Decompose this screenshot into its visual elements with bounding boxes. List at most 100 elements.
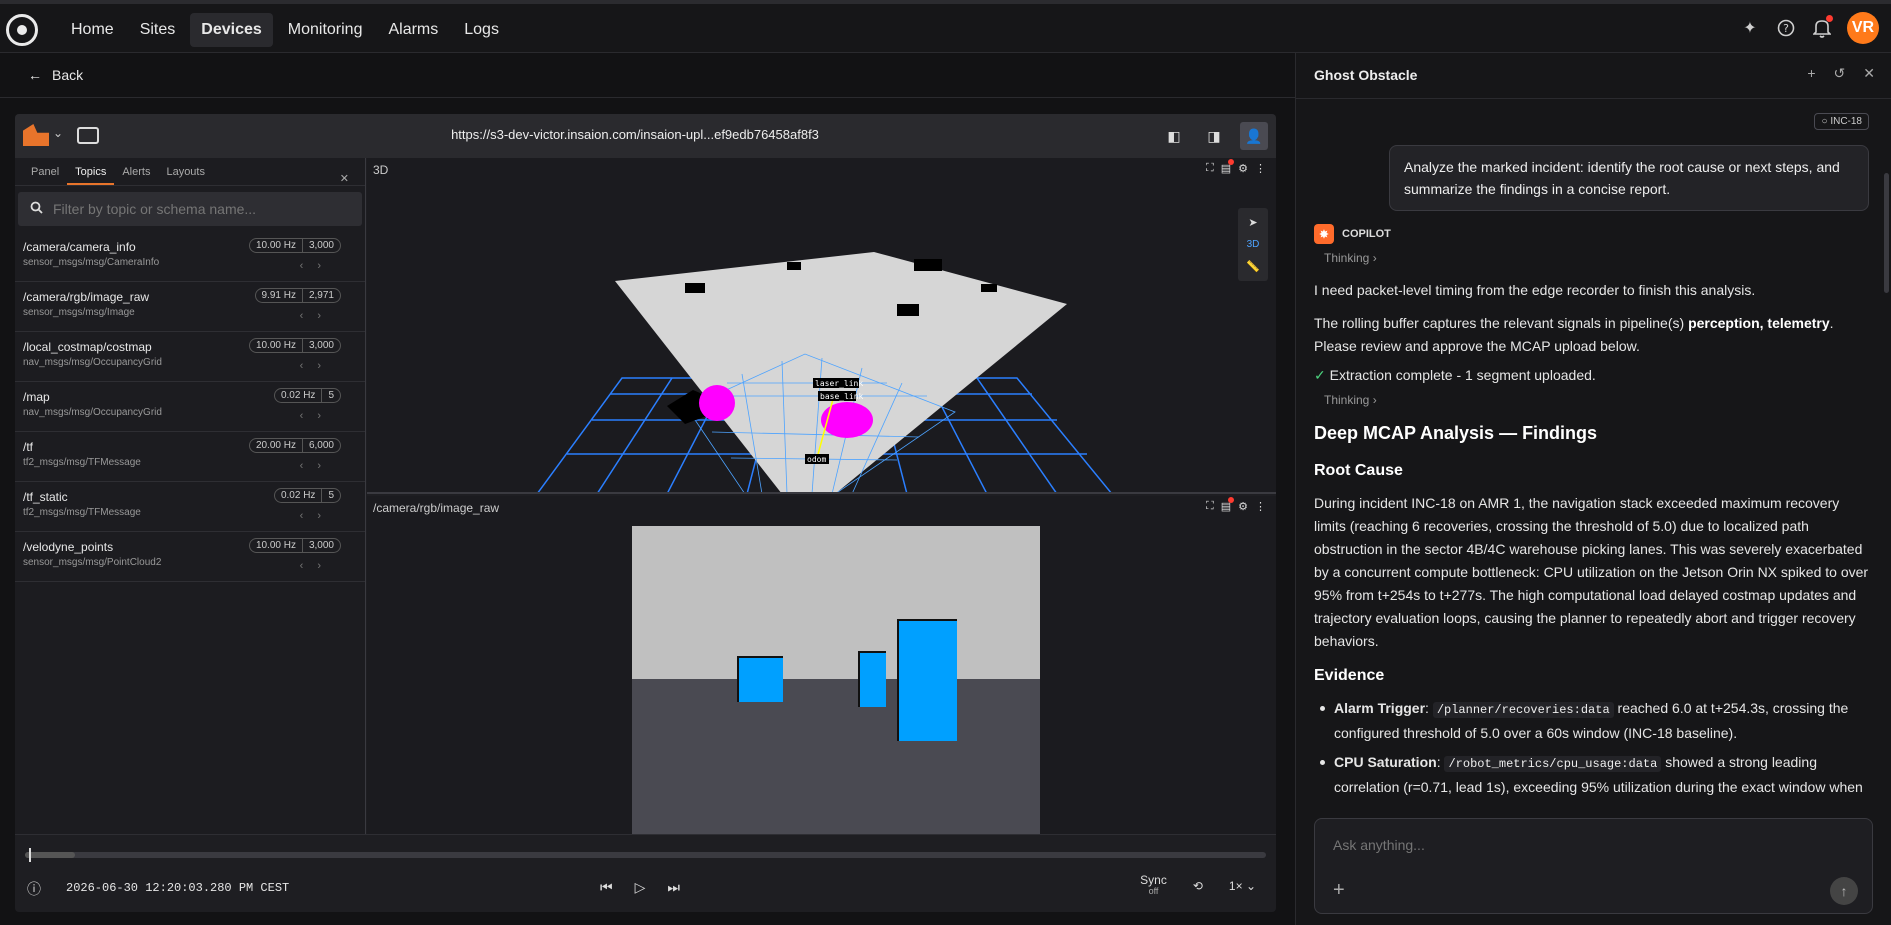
notification-dot	[1826, 15, 1833, 22]
topic-message-nav[interactable]: ‹›	[300, 360, 335, 372]
user-profile-icon[interactable]: 👤	[1240, 122, 1268, 150]
tab-alerts[interactable]: Alerts	[114, 158, 158, 185]
table-icon[interactable]: ▤	[1221, 497, 1235, 513]
gear-icon[interactable]: ⚙	[1238, 500, 1248, 513]
app-logo-icon[interactable]	[6, 14, 38, 46]
sparkle-icon[interactable]: ✦	[1739, 17, 1761, 39]
label-odom: odom	[807, 455, 826, 464]
thinking-toggle-1[interactable]: Thinking ›	[1324, 251, 1869, 265]
loop-off-icon[interactable]: ⟲	[1193, 879, 1203, 893]
topic-stats: 0.02 Hz 5	[273, 488, 341, 503]
history-icon[interactable]: ↺	[1834, 65, 1846, 82]
assistant-paragraph-1: I need packet-level timing from the edge…	[1314, 282, 1756, 298]
back-button[interactable]: ← Back	[28, 67, 83, 83]
copilot-header: Ghost Obstacle + ↺ ✕	[1296, 53, 1891, 99]
topic-row[interactable]: /local_costmap/costmap nav_msgs/msg/Occup…	[15, 332, 365, 382]
topic-message-nav[interactable]: ‹›	[300, 460, 335, 472]
nav-home[interactable]: Home	[60, 13, 125, 47]
chat-input[interactable]	[1333, 837, 1833, 853]
gear-icon[interactable]: ⚙	[1238, 162, 1248, 175]
incident-tag[interactable]: ○ INC-18	[1814, 113, 1869, 130]
camera-panel-toolbar: ⛶ ▤ ⚙ ⋮	[1206, 497, 1266, 513]
topics-sidebar: Panel Topics Alerts Layouts ✕ /camera/ca…	[15, 158, 366, 834]
topic-message-nav[interactable]: ‹›	[300, 260, 335, 272]
topic-row[interactable]: /camera/rgb/image_raw sensor_msgs/msg/Ima…	[15, 282, 365, 332]
tab-layouts[interactable]: Layouts	[158, 158, 213, 185]
sync-label: Sync	[1140, 873, 1167, 887]
table-icon[interactable]: ▤	[1221, 159, 1235, 175]
tab-panel[interactable]: Panel	[23, 158, 67, 185]
play-icon[interactable]: ▷	[635, 879, 646, 896]
topic-message-nav[interactable]: ‹›	[300, 310, 335, 322]
speed-select[interactable]: 1× ⌄	[1229, 879, 1256, 893]
scene-3d[interactable]: laser_link base_link odom	[367, 158, 1276, 494]
source-url: https://s3-dev-victor.insaion.com/insaio…	[451, 127, 819, 142]
user-avatar[interactable]: VR	[1847, 12, 1879, 44]
topic-row[interactable]: /camera/camera_info sensor_msgs/msg/Camer…	[15, 232, 365, 282]
svg-text:?: ?	[1783, 22, 1789, 35]
topic-search-input[interactable]	[53, 201, 333, 217]
topic-count: 5	[321, 389, 340, 402]
topic-frequency: 9.91 Hz	[261, 290, 296, 301]
topic-row[interactable]: /map nav_msgs/msg/OccupancyGrid 0.02 Hz 5 ‹›	[15, 382, 365, 432]
label-base-link: base_link	[820, 392, 864, 401]
topic-message-nav[interactable]: ‹›	[300, 560, 335, 572]
topic-stats: 10.00 Hz 3,000	[248, 238, 341, 253]
send-arrow-icon[interactable]: ↑	[1830, 877, 1858, 905]
nav-alarms[interactable]: Alarms	[377, 13, 449, 47]
sync-toggle[interactable]: Sync off	[1140, 873, 1167, 897]
topic-stats: 20.00 Hz 6,000	[248, 438, 341, 453]
nav-logs[interactable]: Logs	[453, 13, 510, 47]
fullscreen-icon[interactable]: ⛶	[1206, 162, 1214, 175]
data-viewer: ⌄ https://s3-dev-victor.insaion.com/insa…	[15, 114, 1276, 912]
more-icon[interactable]: ⋮	[1255, 500, 1266, 513]
nav-devices[interactable]: Devices	[190, 13, 273, 47]
info-icon[interactable]: ⓘ	[27, 879, 41, 899]
playback-timestamp: 2026-06-30 12:20:03.280 PM CEST	[66, 881, 290, 895]
scene-tools: ➤ 3D 📏	[1238, 208, 1268, 281]
fullscreen-icon[interactable]: ⛶	[1206, 500, 1214, 513]
help-icon[interactable]: ?	[1775, 17, 1797, 39]
right-sidebar-toggle-icon[interactable]: ◨	[1200, 122, 1228, 150]
evidence-list: Alarm Trigger: /planner/recoveries:data …	[1314, 697, 1869, 799]
topic-stats: 9.91 Hz 2,971	[254, 288, 341, 303]
topic-row[interactable]: /velodyne_points sensor_msgs/msg/PointClo…	[15, 532, 365, 582]
ruler-icon[interactable]: 📏	[1246, 260, 1260, 273]
back-bar: ← Back	[0, 53, 1295, 98]
nav-sites[interactable]: Sites	[129, 13, 187, 47]
main-nav: Home Sites Devices Monitoring Alarms Log…	[60, 13, 510, 47]
playback-controls: ⏮ ▷ ⏭	[600, 879, 680, 896]
tab-topics[interactable]: Topics	[67, 158, 115, 185]
close-icon[interactable]: ✕	[332, 164, 357, 185]
topic-row[interactable]: /tf tf2_msgs/msg/TFMessage 20.00 Hz 6,000 ‹›	[15, 432, 365, 482]
nav-monitoring[interactable]: Monitoring	[277, 13, 374, 47]
chevron-down-icon[interactable]: ⌄	[53, 126, 63, 140]
camera-box-3	[897, 619, 957, 741]
app-menu-logo-icon[interactable]	[23, 124, 49, 146]
bell-icon[interactable]	[1811, 15, 1833, 39]
topic-message-nav[interactable]: ‹›	[300, 510, 335, 522]
topic-message-nav[interactable]: ‹›	[300, 410, 335, 422]
topic-row[interactable]: /tf_static tf2_msgs/msg/TFMessage 0.02 Hz 5…	[15, 482, 365, 532]
evidence-item: Alarm Trigger: /planner/recoveries:data …	[1314, 697, 1869, 745]
view-3d-toggle[interactable]: 3D	[1247, 239, 1260, 250]
thinking-toggle-2[interactable]: Thinking ›	[1324, 393, 1869, 407]
scrubber-handle[interactable]	[29, 848, 31, 862]
close-icon[interactable]: ✕	[1863, 65, 1875, 82]
more-icon[interactable]: ⋮	[1255, 162, 1266, 175]
scrubber-loaded	[25, 852, 75, 858]
evidence-code: /planner/recoveries:data	[1432, 702, 1614, 718]
skip-back-icon[interactable]: ⏮	[600, 879, 613, 896]
conversation-scrollbar[interactable]	[1884, 173, 1889, 293]
select-cursor-icon[interactable]: ➤	[1248, 216, 1257, 229]
skip-forward-icon[interactable]: ⏭	[667, 879, 680, 896]
findings-heading: Deep MCAP Analysis — Findings	[1314, 423, 1598, 443]
add-panel-icon[interactable]	[77, 127, 99, 144]
camera-box-2	[858, 651, 886, 707]
left-sidebar-toggle-icon[interactable]: ◧	[1160, 122, 1188, 150]
attach-plus-icon[interactable]: +	[1333, 879, 1345, 902]
plus-icon[interactable]: +	[1807, 65, 1815, 82]
topic-frequency: 0.02 Hz	[280, 390, 316, 401]
playback-scrubber[interactable]	[25, 848, 1266, 862]
sidebar-tabs: Panel Topics Alerts Layouts ✕	[15, 158, 365, 186]
